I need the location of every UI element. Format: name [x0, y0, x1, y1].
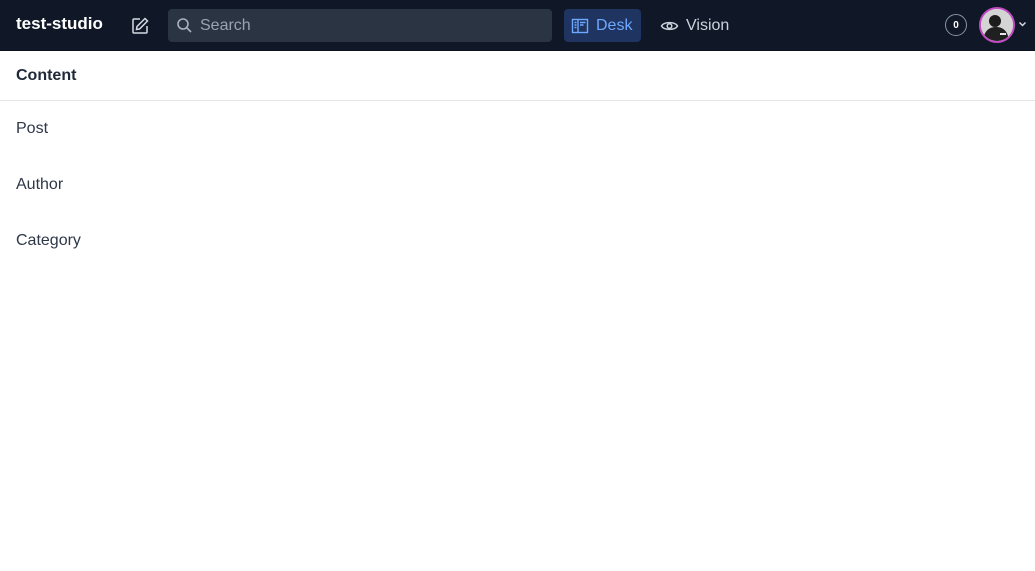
- chevron-down-icon: [1018, 21, 1027, 27]
- desk-icon: [571, 18, 589, 33]
- avatar: [979, 7, 1015, 43]
- tool-desk-button[interactable]: Desk: [564, 9, 641, 42]
- pane-title: Content: [16, 67, 77, 84]
- search-input[interactable]: [200, 9, 540, 42]
- search-icon: [177, 18, 192, 33]
- list-item-label: Category: [16, 232, 81, 249]
- notification-badge[interactable]: 0: [945, 14, 967, 36]
- list-item-post[interactable]: Post: [0, 101, 1035, 157]
- list-item-author[interactable]: Author: [0, 157, 1035, 213]
- user-menu-button[interactable]: [979, 7, 1031, 44]
- search-box[interactable]: [168, 9, 552, 42]
- compose-icon: [132, 17, 149, 34]
- tool-vision-button[interactable]: Vision: [654, 9, 740, 42]
- tool-desk-label: Desk: [596, 16, 633, 34]
- content-type-list: Post Author Category: [0, 101, 1035, 269]
- list-item-category[interactable]: Category: [0, 213, 1035, 269]
- compose-button[interactable]: [126, 12, 154, 40]
- list-item-label: Author: [16, 176, 64, 193]
- tool-vision-label: Vision: [686, 16, 730, 34]
- app-title[interactable]: test-studio: [16, 14, 103, 34]
- list-item-label: Post: [16, 120, 49, 137]
- avatar-image: [981, 9, 1013, 41]
- top-navbar: test-studio Desk Vision 0: [0, 0, 1035, 51]
- content-pane-header: Content: [0, 51, 1035, 101]
- eye-icon: [660, 21, 679, 30]
